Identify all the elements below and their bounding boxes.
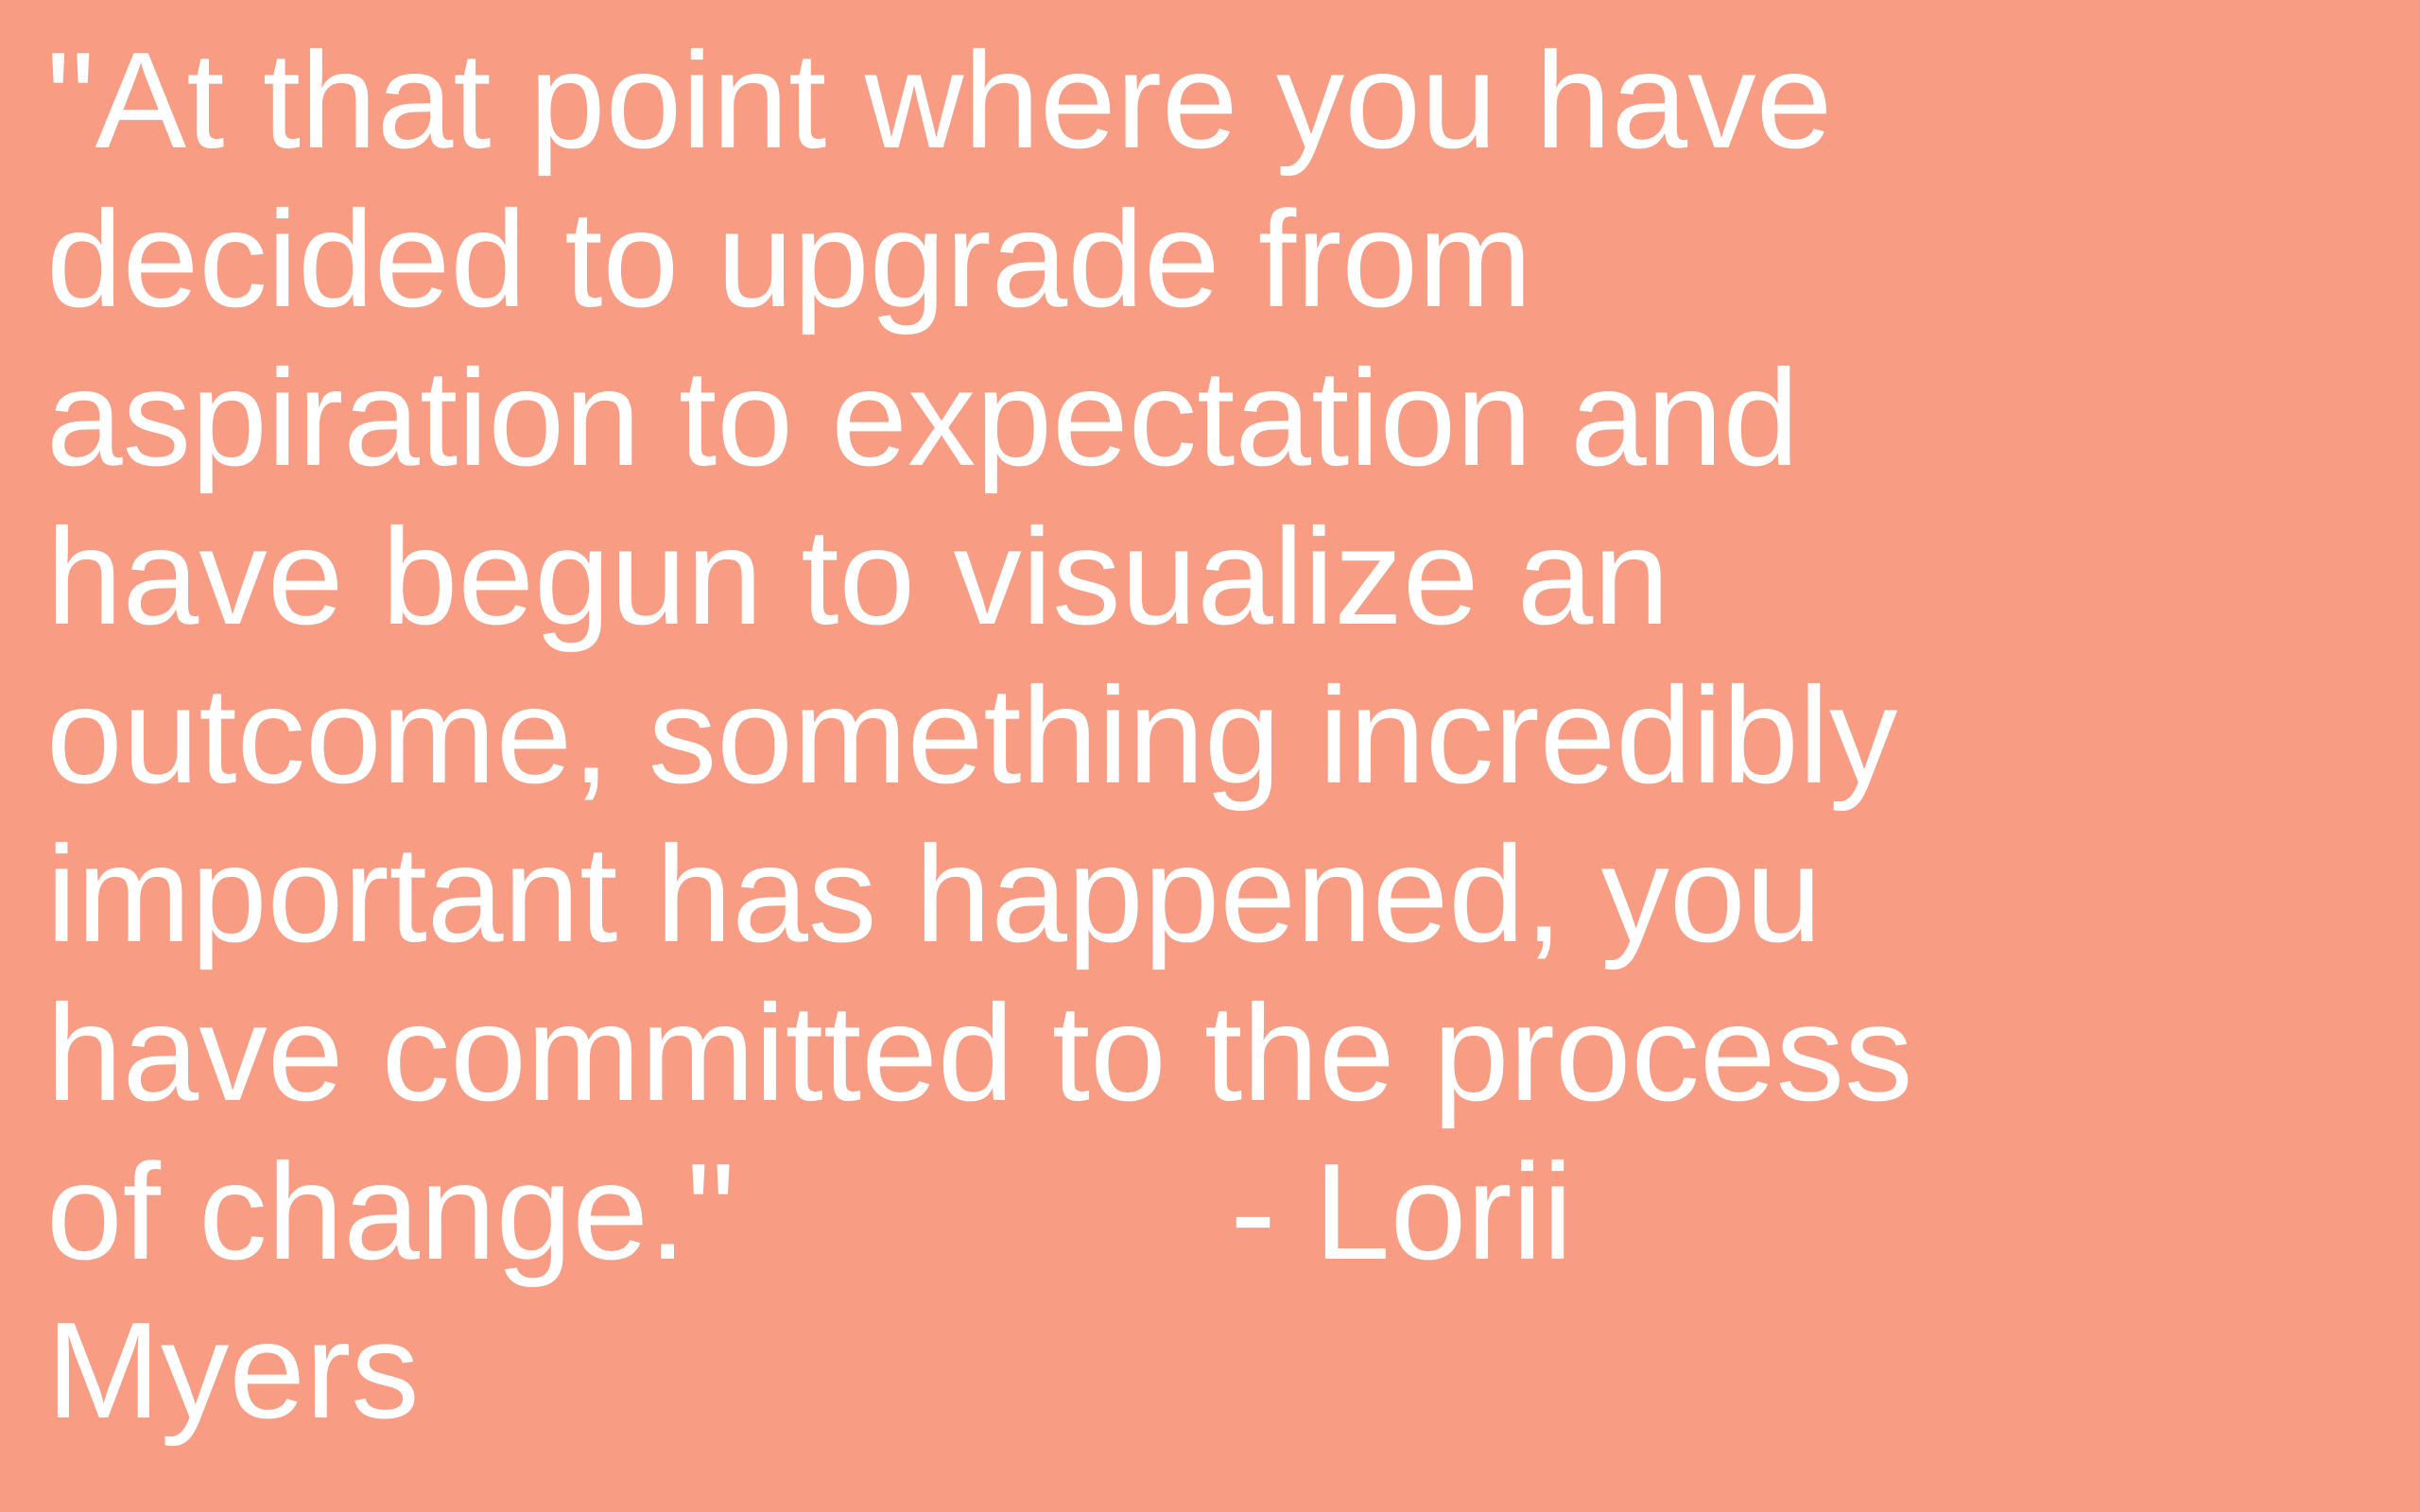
quote-line-8: of change." - Lorii xyxy=(46,1135,1573,1288)
quote-line-2: decided to upgrade from xyxy=(46,182,1532,335)
quote-line-3: aspiration to expectation and xyxy=(46,341,1800,494)
quote-text: "At that point where you have decided to… xyxy=(46,21,2391,1450)
quote-line-7: have committed to the process xyxy=(46,976,1913,1129)
quote-card: "At that point where you have decided to… xyxy=(0,0,2420,1512)
quote-line-9: Myers xyxy=(46,1294,420,1447)
quote-line-6: important has happened, you xyxy=(46,817,1823,971)
quote-line-5: outcome, something incredibly xyxy=(46,659,1898,812)
quote-line-4: have begun to visualize an xyxy=(46,500,1670,653)
quote-line-1: "At that point where you have xyxy=(46,24,1833,177)
